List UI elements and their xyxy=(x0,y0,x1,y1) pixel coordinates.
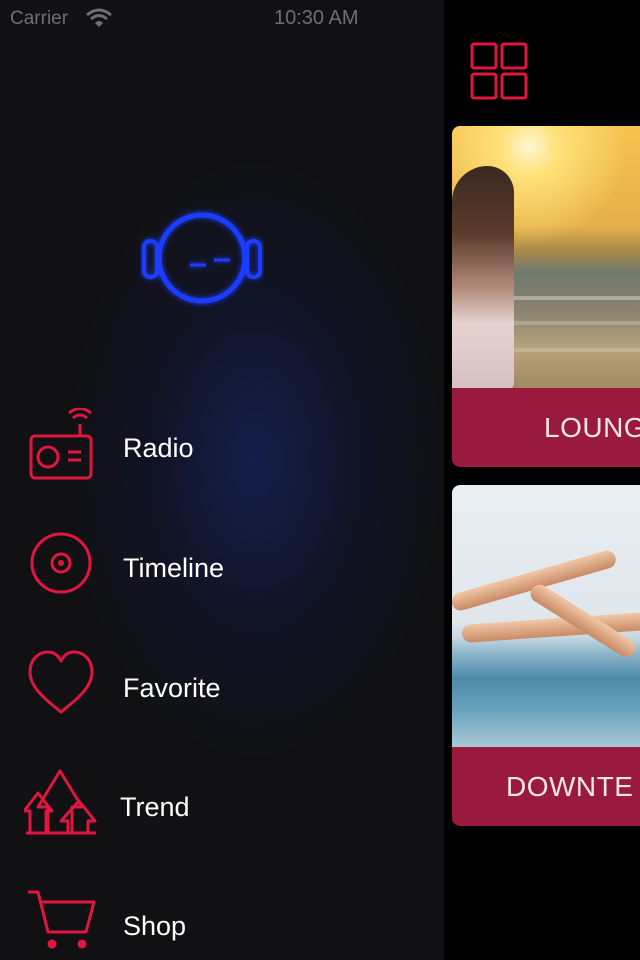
status-time: 10:30 AM xyxy=(274,7,359,29)
headphones-face-icon[interactable] xyxy=(140,205,264,310)
grid-icon xyxy=(470,42,528,100)
card-image-sunset-beach xyxy=(452,126,640,391)
menu-item-shop[interactable]: Shop xyxy=(0,886,444,960)
menu-item-radio[interactable]: Radio xyxy=(0,407,444,508)
status-bar: Carrier 10:30 AM xyxy=(0,0,640,36)
playlist-card-downtempo[interactable]: DOWNTE xyxy=(452,485,640,826)
menu-item-label: Favorite xyxy=(123,673,221,703)
menu-item-trend[interactable]: Trend xyxy=(0,767,444,867)
side-drawer: Radio Timeline Favorite Trend Shop xyxy=(0,0,444,960)
grid-view-button[interactable] xyxy=(470,42,528,100)
playlist-card-lounge[interactable]: LOUNG xyxy=(452,126,640,467)
menu-item-timeline[interactable]: Timeline xyxy=(0,528,444,628)
card-label: LOUNG xyxy=(452,388,640,467)
trend-arrows-icon xyxy=(22,767,98,847)
menu-item-label: Radio xyxy=(123,433,194,463)
wifi-icon xyxy=(86,8,112,33)
card-image-pool-legs xyxy=(452,485,640,747)
disc-icon xyxy=(24,528,98,608)
carrier-label: Carrier xyxy=(10,8,69,29)
menu-item-label: Trend xyxy=(120,792,190,822)
radio-icon xyxy=(24,407,98,488)
heart-icon xyxy=(24,648,98,728)
card-label: DOWNTE xyxy=(452,747,640,826)
menu-item-label: Timeline xyxy=(123,553,225,583)
menu-item-label: Shop xyxy=(123,911,187,941)
cart-icon xyxy=(24,886,98,960)
menu-item-favorite[interactable]: Favorite xyxy=(0,648,444,748)
